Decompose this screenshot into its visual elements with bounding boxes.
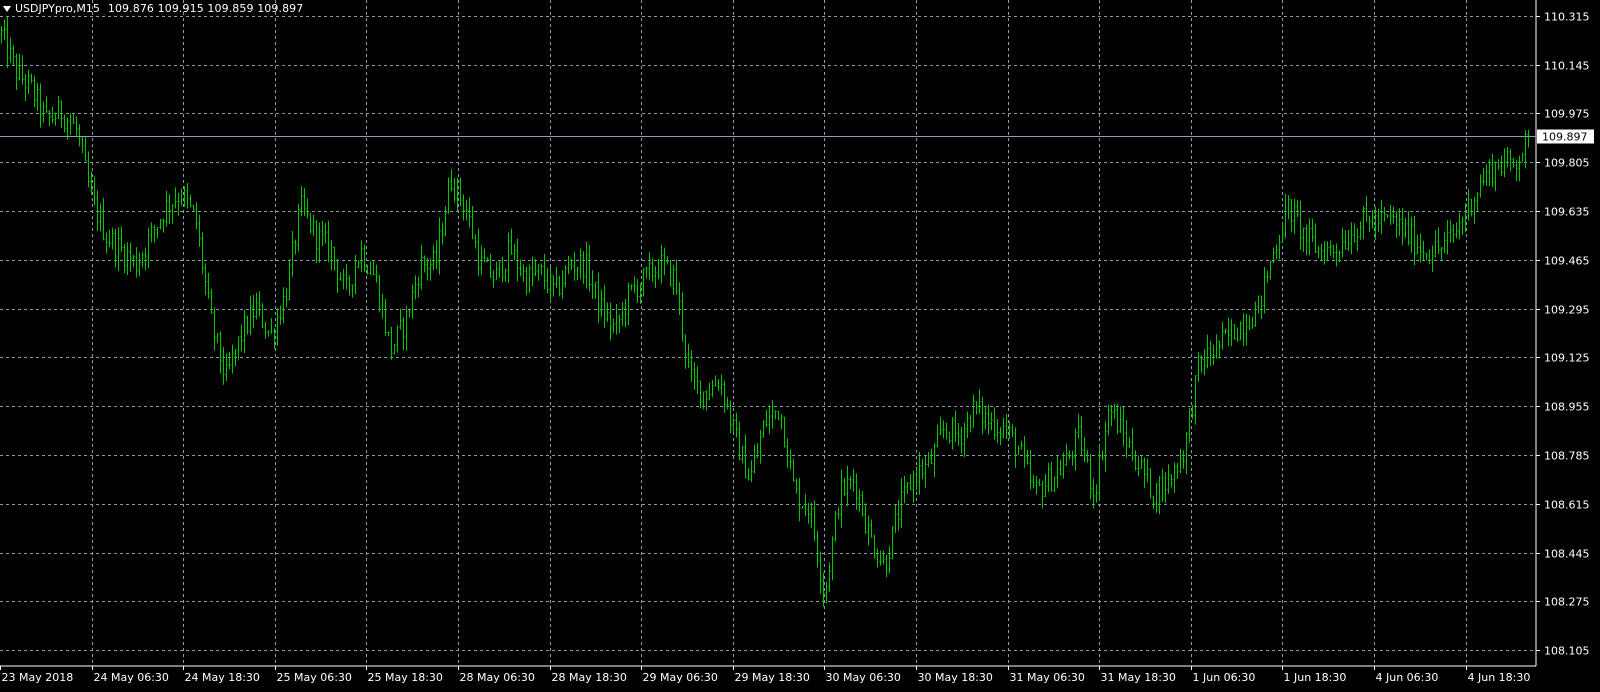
x-tick-label: 25 May 18:30 (368, 671, 443, 684)
x-tick-label: 30 May 18:30 (918, 671, 993, 684)
x-tick-label: 4 Jun 06:30 (1376, 671, 1439, 684)
y-tick-label: 109.805 (1544, 157, 1590, 170)
x-tick-label: 1 Jun 18:30 (1284, 671, 1347, 684)
y-tick-label: 109.465 (1544, 255, 1590, 268)
x-tick-label: 29 May 06:30 (643, 671, 718, 684)
x-tick-label: 4 Jun 18:30 (1468, 671, 1531, 684)
chart-header: USDJPYpro,M15 109.876 109.915 109.859 10… (3, 2, 303, 15)
x-tick-label: 24 May 18:30 (185, 671, 260, 684)
y-tick-label: 108.275 (1544, 596, 1590, 609)
x-tick-label: 25 May 06:30 (277, 671, 352, 684)
chart-background (0, 0, 1600, 688)
x-tick-label: 28 May 06:30 (460, 671, 535, 684)
y-tick-label: 108.955 (1544, 401, 1590, 414)
x-tick-label: 23 May 2018 (2, 671, 74, 684)
symbol-label: USDJPYpro,M15 (15, 2, 100, 15)
chart-canvas[interactable]: 110.315 110.145 109.975 109.805 109.635 109.4… (0, 0, 1600, 688)
x-tick-label: 31 May 18:30 (1101, 671, 1176, 684)
x-tick-label: 28 May 18:30 (552, 671, 627, 684)
dropdown-triangle-icon[interactable] (3, 5, 11, 12)
y-tick-label: 108.615 (1544, 499, 1590, 512)
x-tick-label: 24 May 06:30 (94, 671, 169, 684)
y-tick-label: 108.105 (1544, 645, 1590, 658)
price-chart[interactable]: 110.315 110.145 109.975 109.805 109.635 109.4… (0, 0, 1600, 688)
y-tick-label: 109.295 (1544, 304, 1590, 317)
x-tick-label: 1 Jun 06:30 (1193, 671, 1256, 684)
y-tick-label: 108.445 (1544, 548, 1590, 561)
y-tick-label: 108.785 (1544, 450, 1590, 463)
y-tick-label: 110.315 (1544, 11, 1590, 24)
x-tick-label: 29 May 18:30 (735, 671, 810, 684)
x-tick-label: 31 May 06:30 (1010, 671, 1085, 684)
y-tick-label: 109.635 (1544, 206, 1590, 219)
ohlc-values: 109.876 109.915 109.859 109.897 (107, 2, 304, 15)
current-price-label: 109.897 (1542, 131, 1588, 144)
x-tick-label: 30 May 06:30 (826, 671, 901, 684)
y-tick-label: 109.975 (1544, 108, 1590, 121)
y-tick-label: 109.125 (1544, 352, 1590, 365)
y-tick-label: 110.145 (1544, 60, 1590, 73)
